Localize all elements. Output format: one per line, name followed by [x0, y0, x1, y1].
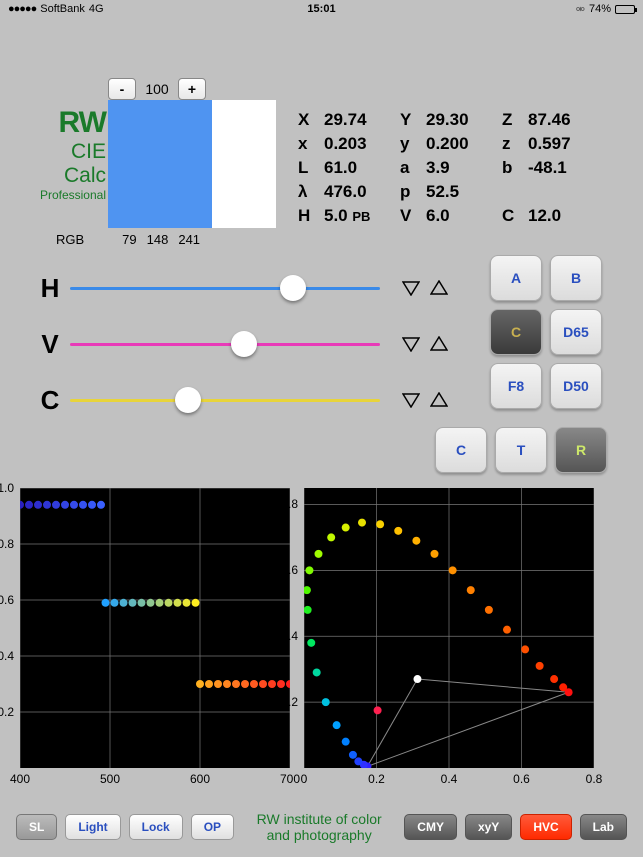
v-down-button[interactable] — [402, 336, 420, 352]
val-y: 0.200 — [422, 134, 490, 154]
stepper-minus-button[interactable]: - — [108, 78, 136, 100]
val-lambda: 476.0 — [320, 182, 388, 202]
stepper-plus-button[interactable]: + — [178, 78, 206, 100]
h-up-button[interactable] — [430, 280, 448, 296]
sliders: H V C — [30, 260, 470, 428]
illum-f8-button[interactable]: F8 — [490, 363, 542, 409]
footer-text: RW institute of color and photography — [244, 811, 394, 843]
color-values: X29.74 Y29.30 Z87.46 x0.203 y0.200 z0.59… — [298, 108, 592, 228]
c-down-button[interactable] — [402, 392, 420, 408]
stepper: - 100 + — [108, 78, 206, 100]
rgb-r: 79 — [122, 232, 136, 247]
illum-a-button[interactable]: A — [490, 255, 542, 301]
rgb-b: 241 — [178, 232, 200, 247]
val-a: 3.9 — [422, 158, 490, 178]
brand-rw: RW — [14, 106, 106, 140]
color-swatch — [108, 100, 276, 228]
val-x: 0.203 — [320, 134, 388, 154]
slider-c[interactable] — [70, 385, 380, 415]
mode-t-button[interactable]: T — [495, 427, 547, 473]
hvc-button[interactable]: HVC — [520, 814, 571, 840]
charts: 0.20.40.60.81.0400500600700 0.20.40.60.8… — [20, 488, 594, 768]
illum-d50-button[interactable]: D50 — [550, 363, 602, 409]
lab-button[interactable]: Lab — [580, 814, 627, 840]
battery-pct: 74% — [589, 3, 611, 15]
bottom-toolbar: SL Light Lock OP RW institute of color a… — [0, 811, 643, 843]
battery-icon — [615, 5, 635, 14]
illum-c-button[interactable]: C — [490, 309, 542, 355]
brand-block: RW CIE Calc Professional — [14, 106, 106, 202]
mode-row: C T R — [435, 427, 607, 473]
val-X: 29.74 — [320, 110, 388, 130]
val-Z: 87.46 — [524, 110, 592, 130]
carrier: SoftBank — [40, 3, 85, 15]
val-V: 6.0 — [422, 206, 490, 226]
val-p: 52.5 — [422, 182, 490, 202]
val-Hs: PB — [352, 209, 370, 224]
c-up-button[interactable] — [430, 392, 448, 408]
rgb-label: RGB — [56, 232, 84, 247]
swatch-primary — [108, 100, 212, 228]
status-time: 15:01 — [217, 3, 426, 15]
bluetooth-icon: ⚮ — [576, 3, 585, 16]
mode-c-button[interactable]: C — [435, 427, 487, 473]
val-H: 5.0 — [324, 206, 348, 225]
slider-v[interactable] — [70, 329, 380, 359]
val-b: -48.1 — [524, 158, 592, 178]
slider-h-label: H — [30, 273, 70, 304]
network: 4G — [89, 3, 104, 15]
brand-cie: CIE — [14, 140, 106, 164]
light-button[interactable]: Light — [65, 814, 120, 840]
chromaticity-chart: 0.20.40.60.800.20.40.60.8 — [304, 488, 594, 768]
slider-h[interactable] — [70, 273, 380, 303]
op-button[interactable]: OP — [191, 814, 234, 840]
signal-icon: ●●●●● — [8, 3, 36, 15]
lock-button[interactable]: Lock — [129, 814, 183, 840]
cmy-button[interactable]: CMY — [404, 814, 457, 840]
stepper-value: 100 — [138, 81, 176, 97]
slider-c-label: C — [30, 385, 70, 416]
status-bar: ●●●●● SoftBank 4G 15:01 ⚮ 74% — [0, 0, 643, 18]
v-up-button[interactable] — [430, 336, 448, 352]
brand-pro: Professional — [14, 188, 106, 202]
val-Y: 29.30 — [422, 110, 490, 130]
h-down-button[interactable] — [402, 280, 420, 296]
val-C: 12.0 — [524, 206, 592, 226]
slider-v-label: V — [30, 329, 70, 360]
spectral-chart: 0.20.40.60.81.0400500600700 — [20, 488, 290, 768]
illum-d65-button[interactable]: D65 — [550, 309, 602, 355]
xyy-button[interactable]: xyY — [465, 814, 512, 840]
mode-r-button[interactable]: R — [555, 427, 607, 473]
illuminant-keypad: A B C D65 F8 D50 — [490, 255, 602, 409]
brand-calc: Calc — [14, 164, 106, 188]
sl-button[interactable]: SL — [16, 814, 57, 840]
illum-b-button[interactable]: B — [550, 255, 602, 301]
rgb-readout: RGB 79 148 241 — [56, 232, 200, 247]
swatch-reference — [212, 100, 276, 228]
rgb-g: 148 — [147, 232, 169, 247]
val-z: 0.597 — [524, 134, 592, 154]
val-L: 61.0 — [320, 158, 388, 178]
